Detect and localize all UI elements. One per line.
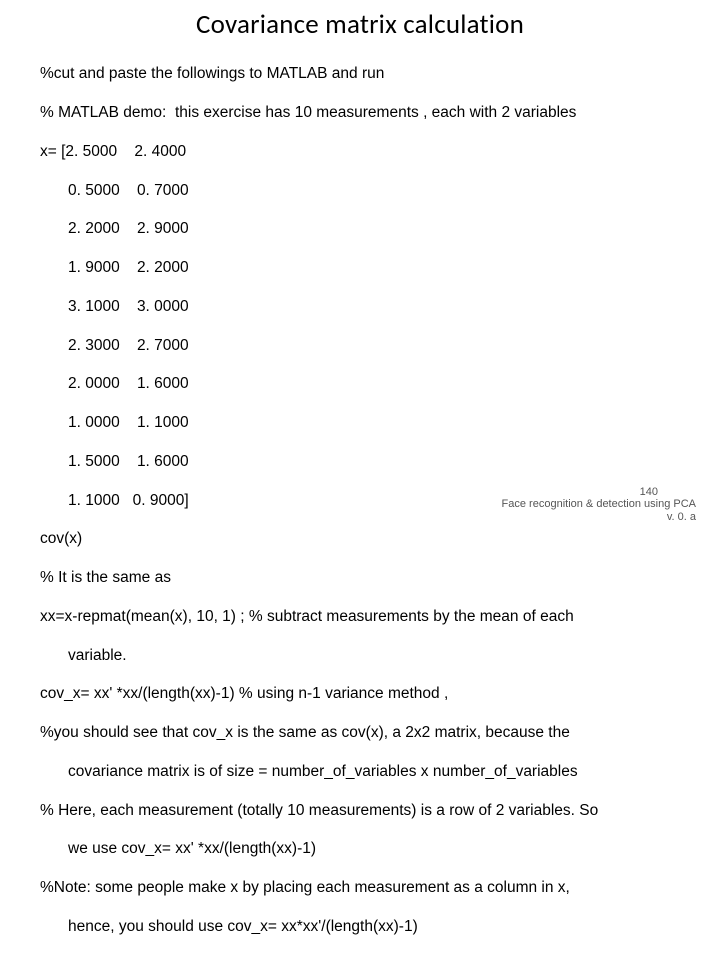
code-line: 2. 3000 2. 7000	[40, 336, 680, 355]
code-line: cov_x= xx' *xx/(length(xx)-1) % using n-…	[40, 684, 680, 703]
code-line: variable.	[40, 646, 680, 665]
page-number: 140	[640, 486, 658, 498]
code-line: 1. 5000 1. 6000	[40, 452, 680, 471]
code-line: hence, you should use cov_x= xx*xx'/(len…	[40, 917, 680, 936]
slide-title: Covariance matrix calculation	[40, 8, 680, 41]
code-line: 1. 9000 2. 2000	[40, 258, 680, 277]
code-line: % It is the same as	[40, 568, 680, 587]
code-line: cov(x)	[40, 529, 680, 548]
code-line: % MATLAB demo: this exercise has 10 meas…	[40, 103, 680, 122]
code-line: 0. 5000 0. 7000	[40, 181, 680, 200]
code-line: covariance matrix is of size = number_of…	[40, 762, 680, 781]
code-line: 2. 2000 2. 9000	[40, 219, 680, 238]
code-line: % Here, each measurement (totally 10 mea…	[40, 801, 680, 820]
footer-line: Face recognition & detection using PCA	[502, 498, 696, 511]
code-line: %Note: some people make x by placing eac…	[40, 878, 680, 897]
code-line: %you should see that cov_x is the same a…	[40, 723, 680, 742]
code-line: 1. 0000 1. 1000	[40, 413, 680, 432]
code-line: 3. 1000 3. 0000	[40, 297, 680, 316]
footer-line: v. 0. a	[502, 511, 696, 524]
code-line: %cut and paste the followings to MATLAB …	[40, 64, 680, 83]
footer: Face recognition & detection using PCA v…	[502, 498, 696, 524]
slide: Covariance matrix calculation %cut and p…	[0, 0, 720, 540]
code-line: we use cov_x= xx' *xx/(length(xx)-1)	[40, 839, 680, 858]
code-line: x= [2. 5000 2. 4000	[40, 142, 680, 161]
code-line: xx=x-repmat(mean(x), 10, 1) ; % subtract…	[40, 607, 680, 626]
code-line: 2. 0000 1. 6000	[40, 374, 680, 393]
